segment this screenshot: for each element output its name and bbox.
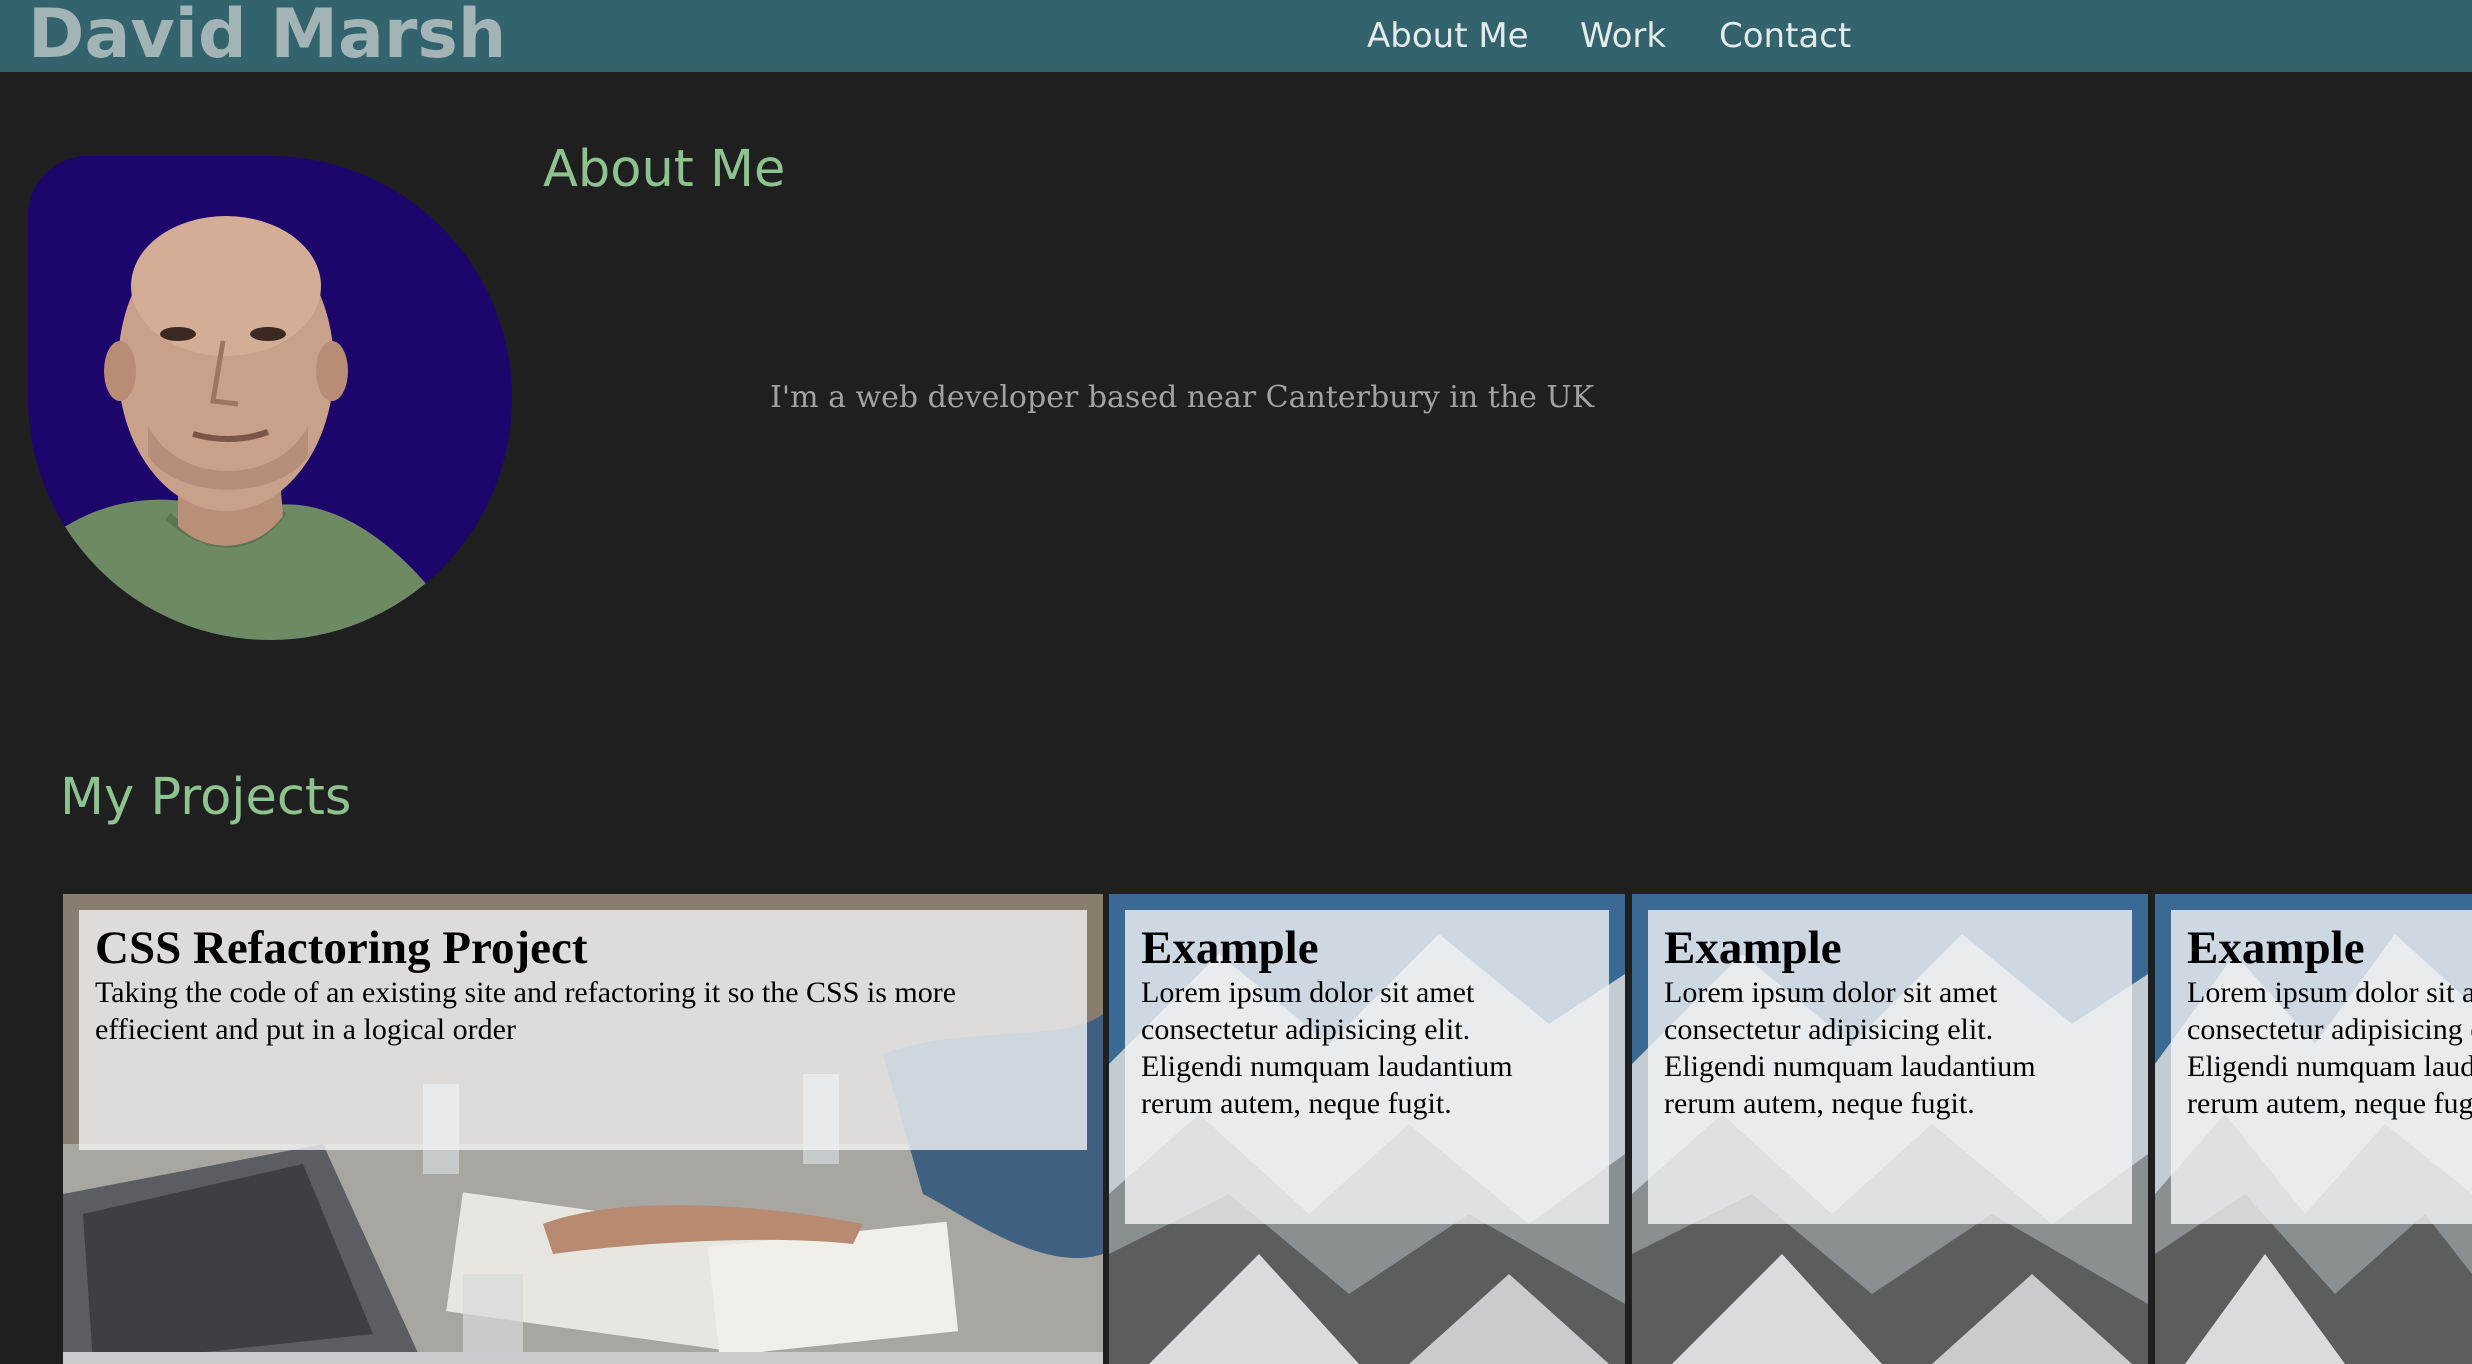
project-card-css-refactoring[interactable]: CSS Refactoring Project Taking the code … — [63, 894, 1103, 1364]
profile-photo — [28, 156, 512, 640]
about-text: I'm a web developer based near Canterbur… — [770, 380, 1595, 415]
project-card-title: Example — [1664, 922, 1842, 974]
project-card-description: Lorem ipsum dolor sit amet consectetur a… — [1141, 976, 1513, 1120]
project-card-example-3[interactable]: Example Lorem ipsum dolor sit amet conse… — [2155, 894, 2472, 1364]
site-title[interactable]: David Marsh — [28, 0, 506, 80]
project-card-panel: Example Lorem ipsum dolor sit amet conse… — [2171, 910, 2472, 1224]
project-card-title: CSS Refactoring Project — [95, 922, 588, 974]
projects-heading: My Projects — [60, 768, 352, 827]
site-header: David Marsh About Me Work Contact — [0, 0, 2472, 74]
nav-link-contact[interactable]: Contact — [1719, 0, 1851, 72]
project-card-description: Lorem ipsum dolor sit amet consectetur a… — [1664, 976, 2036, 1120]
project-card-example-1[interactable]: Example Lorem ipsum dolor sit amet conse… — [1109, 894, 1625, 1364]
project-card-panel: Example Lorem ipsum dolor sit amet conse… — [1648, 910, 2132, 1224]
project-card-panel: Example Lorem ipsum dolor sit amet conse… — [1125, 910, 1609, 1224]
nav-link-about[interactable]: About Me — [1367, 0, 1529, 72]
project-card-description: Lorem ipsum dolor sit amet consectetur a… — [2187, 976, 2472, 1120]
project-card-example-2[interactable]: Example Lorem ipsum dolor sit amet conse… — [1632, 894, 2148, 1364]
project-card-title: Example — [1141, 922, 1319, 974]
nav-link-work[interactable]: Work — [1580, 0, 1666, 72]
project-card-description: Taking the code of an existing site and … — [95, 976, 957, 1046]
project-card-title: Example — [2187, 922, 2365, 974]
project-card-panel: CSS Refactoring Project Taking the code … — [79, 910, 1087, 1150]
about-heading: About Me — [543, 140, 786, 199]
